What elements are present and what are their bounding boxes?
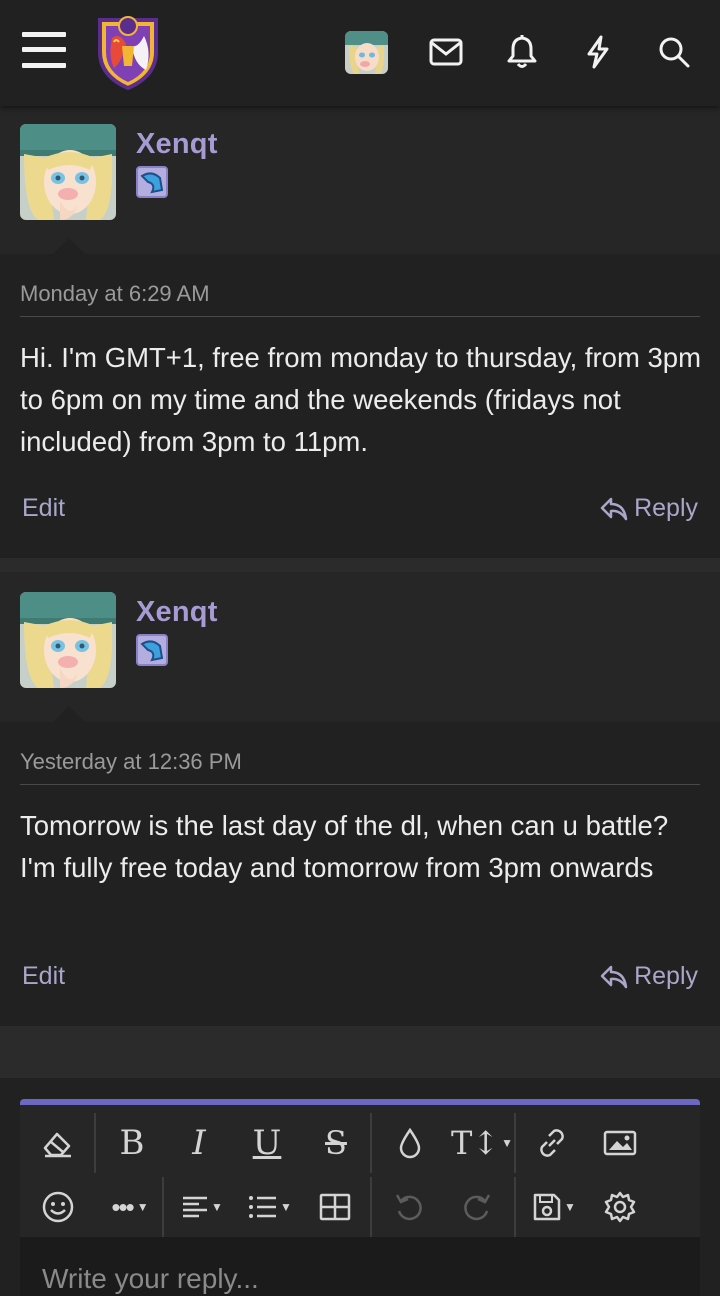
reply-editor: B I U S T↕ ▼ ••• ▼ ▼ ▼ ▼ Write your repl… [20, 1099, 700, 1296]
toolbar-separator [514, 1113, 516, 1173]
text-size-icon[interactable]: T↕ ▼ [451, 1121, 513, 1165]
edit-button[interactable]: Edit [22, 962, 65, 991]
toolbar-separator [162, 1177, 164, 1237]
link-icon[interactable] [530, 1121, 574, 1165]
user-panel-arrow [52, 706, 86, 723]
reply-input[interactable]: Write your reply... [20, 1237, 700, 1296]
post-divider [20, 784, 700, 785]
toolbar-separator [370, 1113, 372, 1173]
toolbar-separator [514, 1177, 516, 1237]
post-1: Xenqt Monday at 6:29 AM Hi. I'm GMT+1, f… [0, 106, 720, 558]
post-message: Tomorrow is the last day of the dl, when… [20, 810, 669, 883]
post-divider [20, 316, 700, 317]
post-body: Monday at 6:29 AM Hi. I'm GMT+1, free fr… [0, 254, 720, 558]
redo-icon[interactable] [455, 1185, 499, 1229]
user-panel-arrow [52, 238, 86, 255]
reply-button[interactable]: Reply [600, 494, 698, 523]
more-options-icon[interactable]: ••• ▼ [100, 1185, 160, 1229]
bell-icon[interactable] [502, 32, 542, 72]
emoji-icon[interactable] [36, 1185, 80, 1229]
post-author-username[interactable]: Xenqt [136, 596, 218, 629]
undo-icon[interactable] [387, 1185, 431, 1229]
reply-button[interactable]: Reply [600, 962, 698, 991]
forum-crest-logo[interactable] [92, 12, 164, 92]
reply-icon [600, 964, 628, 990]
post-author-username[interactable]: Xenqt [136, 128, 218, 161]
user-avatar[interactable] [345, 31, 388, 74]
post-user-panel: Xenqt [0, 572, 720, 722]
post-timestamp[interactable]: Monday at 6:29 AM [20, 281, 210, 307]
settings-icon[interactable] [598, 1185, 642, 1229]
edit-button[interactable]: Edit [22, 494, 65, 523]
underline-icon[interactable]: U [245, 1121, 289, 1165]
align-icon[interactable]: ▼ [174, 1185, 230, 1229]
italic-icon[interactable]: I [177, 1121, 221, 1165]
image-icon[interactable] [598, 1121, 642, 1165]
bold-icon[interactable]: B [110, 1121, 154, 1165]
reply-icon [600, 496, 628, 522]
text-color-icon[interactable] [388, 1121, 432, 1165]
search-icon[interactable] [654, 32, 694, 72]
list-icon[interactable]: ▼ [242, 1185, 298, 1229]
save-draft-icon[interactable]: ▼ [526, 1185, 582, 1229]
toolbar-separator [94, 1113, 96, 1173]
post-user-panel: Xenqt [0, 106, 720, 254]
post-author-avatar[interactable] [20, 124, 116, 220]
hamburger-menu-icon[interactable] [22, 30, 68, 72]
lightning-icon[interactable] [578, 32, 618, 72]
envelope-icon[interactable] [426, 32, 466, 72]
toolbar-separator [370, 1177, 372, 1237]
table-icon[interactable] [313, 1185, 357, 1229]
post-body: Yesterday at 12:36 PM Tomorrow is the la… [0, 722, 720, 1026]
post-timestamp[interactable]: Yesterday at 12:36 PM [20, 749, 242, 775]
top-navigation-bar [0, 0, 720, 106]
user-rank-badge-icon [136, 166, 168, 198]
post-author-avatar[interactable] [20, 592, 116, 688]
strikethrough-icon[interactable]: S [314, 1121, 358, 1165]
reply-label: Reply [634, 962, 698, 990]
user-rank-badge-icon [136, 634, 168, 666]
post-2: Xenqt Yesterday at 12:36 PM Tomorrow is … [0, 572, 720, 1026]
eraser-icon[interactable] [36, 1121, 80, 1165]
reply-label: Reply [634, 494, 698, 522]
post-message: Hi. I'm GMT+1, free from monday to thurs… [20, 342, 701, 457]
